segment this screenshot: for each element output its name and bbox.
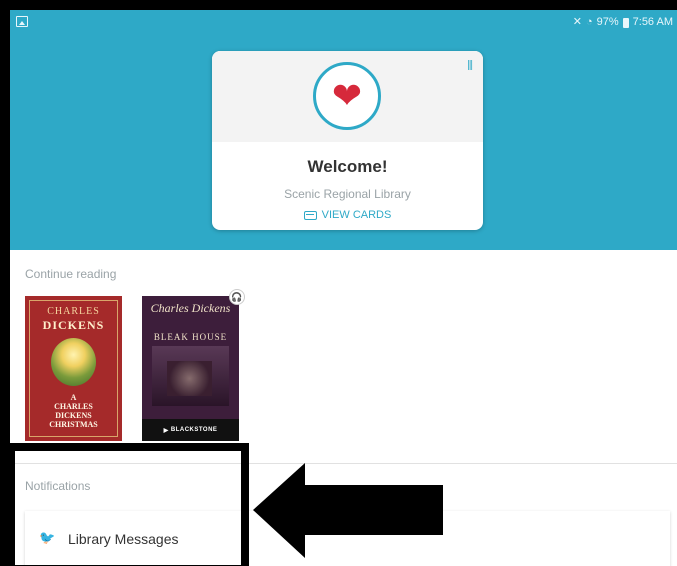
book-cover-bleak-house[interactable]: Charles Dickens BLEAK HOUSE ▶ BLACKSTONE [142, 296, 239, 441]
continue-reading-heading: Continue reading [25, 267, 117, 281]
book-cover-title-line: CHARLES [54, 402, 93, 411]
card-icon [303, 210, 317, 220]
wifi-icon: ◔ [585, 15, 593, 28]
battery-percent: 97% [596, 15, 619, 28]
library-name: Scenic Regional Library [284, 187, 411, 201]
publisher-band: ▶ BLACKSTONE [142, 419, 239, 441]
clock: 7:56 AM [632, 15, 673, 28]
mute-icon: ✕ [572, 16, 582, 28]
welcome-title: Welcome! [307, 157, 388, 176]
heart-icon: ❤ [331, 75, 363, 116]
view-cards-button[interactable]: VIEW CARDS [212, 209, 483, 221]
book-cover-author-first: CHARLES [47, 306, 100, 317]
book-cover-title: A CHARLES DICKENS CHRISTMAS [25, 393, 122, 429]
headphones-icon: 🎧 [229, 289, 245, 305]
barcode-icon[interactable]: ⦀ [467, 58, 473, 74]
book-cover-title-line: A [70, 393, 77, 402]
view-cards-label: VIEW CARDS [321, 209, 392, 221]
welcome-card: ⦀ ❤ Welcome! Scenic Regional Library VIE… [212, 51, 483, 230]
annotation-arrow [253, 463, 443, 558]
play-icon: ▶ [163, 427, 171, 434]
book-cover-title-line: DICKENS [55, 411, 92, 420]
book-cover-title-line: CHRISTMAS [49, 420, 98, 429]
book-cover-author-last: DICKENS [42, 318, 105, 332]
status-indicators: ✕ ◔ 97% 7:56 AM [572, 15, 673, 29]
app-screen: ✕ ◔ 97% 7:56 AM ⦀ ❤ Welcome! Scenic Regi… [0, 0, 677, 566]
publisher-name: BLACKSTONE [170, 427, 218, 433]
top-border [0, 0, 677, 10]
book-cover-author: Charles Dickens [150, 301, 231, 315]
cover-illustration [152, 346, 229, 406]
battery-icon [622, 17, 629, 28]
candle-illustration [51, 338, 96, 386]
annotation-highlight-box [7, 443, 249, 566]
book-cover-title: BLEAK HOUSE [153, 332, 228, 342]
avatar[interactable]: ❤ [313, 62, 381, 130]
status-bar: ✕ ◔ 97% 7:56 AM [10, 10, 677, 34]
book-cover-christmas[interactable]: CHARLES DICKENS A CHARLES DICKENS CHRIST… [25, 296, 122, 441]
image-notification-icon [16, 16, 28, 27]
left-border [0, 0, 10, 566]
